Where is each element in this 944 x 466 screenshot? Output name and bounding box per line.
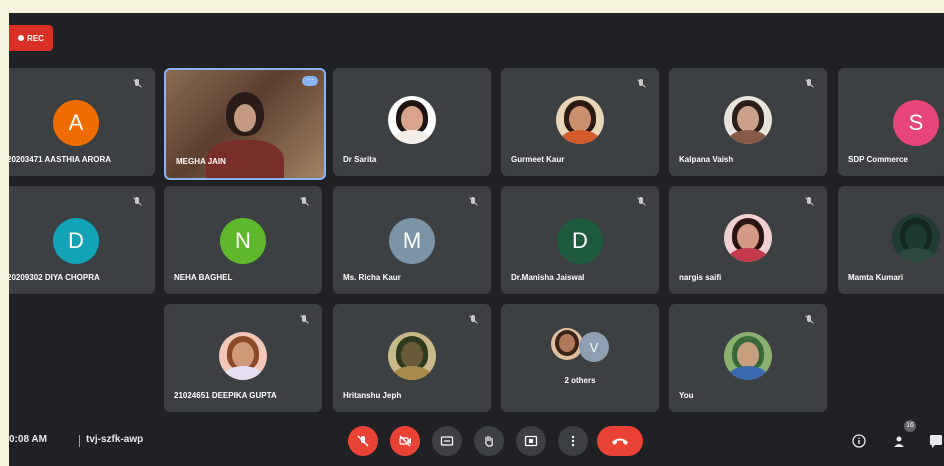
- more-vert-icon: [571, 435, 575, 447]
- participant-name: Kalpana Vaish: [679, 155, 734, 164]
- avatar-initial: M: [402, 228, 422, 253]
- meeting-info-icon[interactable]: [852, 434, 866, 448]
- others-avatars: V: [551, 328, 611, 364]
- mic-off-icon: [131, 78, 143, 90]
- mic-off-icon: [467, 196, 479, 208]
- participant-name: MEGHA JAIN: [176, 157, 226, 166]
- avatar-initial: V: [589, 339, 599, 355]
- others-count-label: 2 others: [564, 376, 596, 385]
- avatar: D: [53, 218, 99, 264]
- captions-icon: [440, 436, 454, 446]
- mic-toggle-button[interactable]: [348, 426, 378, 456]
- participant-tile[interactable]: 21024651 DEEPIKA GUPTA: [164, 304, 322, 412]
- participant-tile[interactable]: D Dr.Manisha Jaiswal: [501, 186, 659, 294]
- mic-off-icon: [635, 196, 647, 208]
- participant-tile[interactable]: Mamta Kumari: [838, 186, 944, 294]
- leave-call-button[interactable]: [597, 426, 643, 456]
- participant-tile[interactable]: Hritanshu Jeph: [333, 304, 491, 412]
- participant-tile-others[interactable]: V 2 others: [501, 304, 659, 412]
- avatar-initial: D: [572, 228, 588, 253]
- participant-name: 21024651 DEEPIKA GUPTA: [174, 391, 277, 400]
- camera-off-icon: [399, 435, 411, 447]
- people-icon[interactable]: [893, 434, 907, 448]
- participant-tile-video[interactable]: ··· MEGHA JAIN: [164, 68, 326, 180]
- control-bar: 0:08 AM tvj-szfk-awp 16: [9, 416, 944, 466]
- participant-name: 20209302 DIYA CHOPRA: [9, 273, 100, 282]
- avatar: D: [557, 218, 603, 264]
- avatar-photo: [556, 96, 604, 144]
- recording-label: REC: [27, 33, 44, 43]
- meeting-code: tvj-szfk-awp: [86, 434, 144, 445]
- avatar-photo: [724, 96, 772, 144]
- participant-tile[interactable]: N NEHA BAGHEL: [164, 186, 322, 294]
- end-call-icon: [612, 438, 628, 445]
- mic-off-icon: [803, 78, 815, 90]
- more-options-icon[interactable]: ···: [302, 76, 318, 86]
- mic-off-icon: [803, 314, 815, 326]
- avatar: V: [579, 332, 609, 362]
- avatar: M: [389, 218, 435, 264]
- participant-name: Hritanshu Jeph: [343, 391, 402, 400]
- participant-tile[interactable]: Gurmeet Kaur: [501, 68, 659, 176]
- mic-off-icon: [131, 196, 143, 208]
- present-button[interactable]: [516, 426, 546, 456]
- record-dot-icon: [18, 35, 25, 41]
- participant-tile[interactable]: A 20203471 AASTHIA ARORA: [9, 68, 155, 176]
- mic-off-icon: [298, 196, 310, 208]
- participant-name: You: [679, 391, 694, 400]
- avatar: S: [893, 100, 939, 146]
- participant-name: NEHA BAGHEL: [174, 273, 233, 282]
- people-count-badge: 16: [904, 420, 916, 432]
- more-options-button[interactable]: [558, 426, 588, 456]
- participant-tile[interactable]: Dr Sarita: [333, 68, 491, 176]
- participant-name: Dr.Manisha Jaiswal: [511, 273, 585, 282]
- captions-button[interactable]: [432, 426, 462, 456]
- avatar-initial: S: [908, 110, 924, 135]
- meet-window: REC A 20203471 AASTHIA ARORA ··· MEGHA J…: [9, 13, 944, 466]
- avatar-photo: [724, 332, 772, 380]
- avatar: A: [53, 100, 99, 146]
- participant-tile[interactable]: Kalpana Vaish: [669, 68, 827, 176]
- avatar-photo: [219, 332, 267, 380]
- present-icon: [524, 435, 538, 447]
- mic-off-icon: [298, 314, 310, 326]
- avatar-photo: [724, 214, 772, 262]
- avatar-photo: [388, 332, 436, 380]
- participant-tile-self[interactable]: You: [669, 304, 827, 412]
- hand-icon: [485, 436, 493, 447]
- avatar-initial: A: [68, 110, 84, 135]
- participant-tile[interactable]: nargis saifi: [669, 186, 827, 294]
- meeting-time: 0:08 AM: [9, 434, 47, 445]
- mic-off-icon: [467, 314, 479, 326]
- participant-name: Ms. Richa Kaur: [343, 273, 401, 282]
- participant-name: nargis saifi: [679, 273, 722, 282]
- avatar-photo: [388, 96, 436, 144]
- video-face: [234, 104, 256, 132]
- participant-name: 20203471 AASTHIA ARORA: [9, 155, 112, 164]
- avatar: N: [220, 218, 266, 264]
- participant-name: Mamta Kumari: [848, 273, 904, 282]
- participant-name: Gurmeet Kaur: [511, 155, 565, 164]
- participant-tile[interactable]: S SDP Commerce: [838, 68, 944, 176]
- recording-indicator: REC: [9, 25, 53, 51]
- avatar-initial: N: [235, 228, 251, 253]
- participant-tile[interactable]: D 20209302 DIYA CHOPRA: [9, 186, 155, 294]
- mic-off-icon: [803, 196, 815, 208]
- participant-name: Dr Sarita: [343, 155, 377, 164]
- raise-hand-button[interactable]: [474, 426, 504, 456]
- divider: [79, 435, 80, 447]
- camera-toggle-button[interactable]: [390, 426, 420, 456]
- avatar-photo: [892, 214, 940, 262]
- chat-icon[interactable]: [929, 434, 943, 448]
- participant-tile[interactable]: M Ms. Richa Kaur: [333, 186, 491, 294]
- avatar-initial: D: [68, 228, 84, 253]
- mic-off-icon: [357, 435, 369, 447]
- mic-off-icon: [635, 78, 647, 90]
- participant-name: SDP Commerce: [848, 155, 908, 164]
